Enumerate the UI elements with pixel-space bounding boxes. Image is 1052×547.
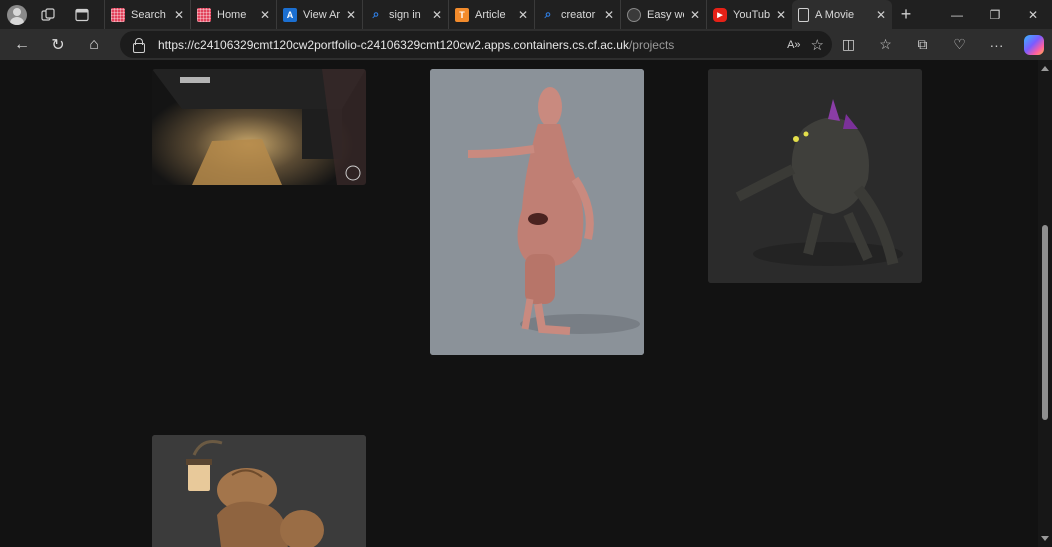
projects-page (0, 60, 1038, 547)
refresh-button[interactable]: ↻ (40, 29, 76, 60)
browser-essentials-icon[interactable]: ♡ (941, 29, 978, 60)
interior-render-image (152, 69, 366, 185)
tab-close-icon[interactable]: ✕ (430, 8, 444, 22)
a-favicon-icon: A (283, 7, 297, 22)
tab-label: creator (561, 8, 596, 21)
youtube-favicon-icon: ▶ (713, 7, 727, 22)
tab-4[interactable]: ⌕ sign in ✕ (362, 0, 448, 29)
tab-label: YouTub (733, 8, 770, 21)
scroll-down-arrow-icon[interactable] (1041, 536, 1049, 541)
tab-close-icon[interactable]: ✕ (258, 8, 272, 22)
tab-close-icon[interactable]: ✕ (774, 8, 788, 22)
circle-favicon-icon (627, 7, 641, 22)
tab-3[interactable]: A View Ar ✕ (276, 0, 362, 29)
tab-1[interactable]: Search ✕ (104, 0, 190, 29)
tab-label: Easy we (647, 8, 684, 21)
tab-close-icon[interactable]: ✕ (516, 8, 530, 22)
more-menu-icon[interactable]: ··· (978, 29, 1015, 60)
search-favicon-icon: ⌕ (544, 7, 552, 21)
toolbar: ← ↻ ⌂ https://c24106329cmt120cw2portfoli… (0, 29, 1052, 60)
close-window-button[interactable]: ✕ (1014, 0, 1052, 29)
scrollbar-thumb[interactable] (1042, 225, 1048, 420)
tab-bar: Search ✕ Home ✕ A View Ar ✕ ⌕ sign in ✕ T Article ✕ ⌕… (0, 0, 1052, 29)
tab-label: Search (131, 8, 166, 21)
grid-favicon-icon (197, 7, 211, 22)
tab-close-icon[interactable]: ✕ (344, 8, 358, 22)
tab-2[interactable]: Home ✕ (190, 0, 276, 29)
project-card-golem[interactable] (708, 69, 922, 283)
new-tab-button[interactable]: + (892, 0, 920, 29)
tab-close-icon[interactable]: ✕ (602, 8, 616, 22)
url-text[interactable]: https://c24106329cmt120cw2portfolio-c241… (158, 38, 674, 52)
toolbar-actions: ◫ ☆ ⧉ ♡ ··· (830, 29, 1052, 60)
search-favicon-icon: ⌕ (372, 7, 380, 21)
tab-6[interactable]: ⌕ creator ✕ (534, 0, 620, 29)
tab-5[interactable]: T Article ✕ (448, 0, 534, 29)
grid-favicon-icon (111, 7, 125, 22)
workspaces-icon[interactable] (36, 3, 60, 27)
tab-actions-icon[interactable] (70, 3, 94, 27)
scroll-up-arrow-icon[interactable] (1041, 66, 1049, 71)
lantern-render-image (152, 435, 366, 547)
tab-strip: Search ✕ Home ✕ A View Ar ✕ ⌕ sign in ✕ T Article ✕ ⌕… (104, 0, 892, 29)
profile-avatar[interactable] (7, 4, 27, 25)
tab-label: Home (217, 8, 247, 21)
minimize-button[interactable]: — (938, 0, 976, 29)
split-screen-icon[interactable]: ◫ (830, 29, 867, 60)
url-path: /projects (628, 37, 675, 52)
t-favicon-icon: T (455, 7, 469, 22)
url-domain: https://c24106329cmt120cw2portfolio-c241… (158, 37, 629, 52)
page-scrollbar[interactable] (1038, 60, 1052, 547)
tab-close-icon[interactable]: ✕ (874, 8, 888, 22)
favorite-star-icon[interactable]: ☆ (811, 36, 824, 54)
restore-button[interactable]: ❐ (976, 0, 1014, 29)
page-favicon-icon (798, 7, 809, 22)
tab-9[interactable]: A Movie ✕ (792, 0, 892, 29)
read-aloud-icon[interactable]: A» (787, 39, 800, 51)
creature-render-image (430, 69, 644, 355)
back-button[interactable]: ← (4, 29, 40, 60)
home-button[interactable]: ⌂ (76, 29, 112, 60)
project-card-creature[interactable] (430, 69, 644, 355)
copilot-icon[interactable] (1015, 29, 1052, 60)
window-controls: — ❐ ✕ (938, 0, 1052, 29)
project-card-lantern[interactable] (152, 435, 366, 547)
lock-icon[interactable] (132, 37, 146, 53)
address-bar[interactable]: https://c24106329cmt120cw2portfolio-c241… (120, 31, 832, 58)
tab-label: View Ar (303, 8, 340, 21)
golem-render-image (708, 69, 922, 283)
favorites-icon[interactable]: ☆ (867, 29, 904, 60)
collections-icon[interactable]: ⧉ (904, 29, 941, 60)
tab-label: sign in (389, 8, 421, 21)
tab-close-icon[interactable]: ✕ (688, 8, 702, 22)
tab-8[interactable]: ▶ YouTub ✕ (706, 0, 792, 29)
tab-label: Article (475, 8, 506, 21)
tab-label: A Movie (815, 8, 855, 21)
tab-7[interactable]: Easy we ✕ (620, 0, 706, 29)
tab-close-icon[interactable]: ✕ (172, 8, 186, 22)
project-card-interior[interactable] (152, 69, 366, 185)
